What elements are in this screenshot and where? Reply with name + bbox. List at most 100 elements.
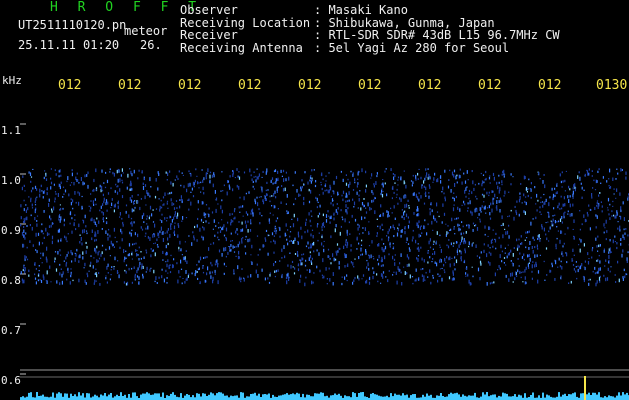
noise-pixel — [157, 245, 159, 248]
noise-pixel — [206, 272, 208, 276]
noise-pixel — [88, 270, 90, 272]
noise-pixel — [296, 189, 298, 193]
noise-pixel — [272, 182, 274, 185]
noise-pixel — [620, 209, 622, 213]
noise-pixel — [192, 231, 194, 234]
noise-pixel — [488, 205, 490, 209]
noise-pixel — [570, 280, 572, 284]
noise-pixel — [377, 280, 379, 283]
baseline-bar — [362, 392, 364, 400]
noise-pixel — [493, 281, 495, 284]
noise-pixel — [393, 258, 396, 261]
noise-pixel — [496, 205, 498, 209]
noise-pixel — [222, 226, 224, 231]
noise-pixel — [548, 215, 550, 218]
noise-pixel — [507, 215, 509, 218]
noise-pixel — [117, 205, 119, 209]
noise-pixel — [361, 253, 363, 256]
noise-pixel — [171, 219, 173, 223]
noise-pixel — [406, 237, 408, 241]
noise-pixel — [566, 261, 568, 264]
noise-pixel — [626, 257, 628, 261]
baseline-bar — [104, 393, 106, 400]
noise-pixel — [91, 229, 93, 233]
noise-pixel — [367, 202, 369, 207]
noise-pixel — [240, 229, 242, 233]
noise-pixel — [382, 229, 384, 231]
noise-pixel — [382, 271, 385, 274]
noise-pixel — [297, 231, 299, 236]
noise-pixel — [190, 191, 192, 193]
noise-pixel — [498, 200, 500, 204]
noise-pixel — [425, 186, 427, 191]
noise-pixel — [59, 282, 61, 286]
noise-pixel — [603, 231, 605, 234]
noise-pixel — [549, 226, 551, 230]
baseline-bar — [410, 395, 412, 400]
noise-pixel — [383, 243, 385, 245]
baseline-bar — [220, 392, 222, 400]
noise-pixel — [413, 192, 415, 196]
noise-pixel — [29, 224, 31, 227]
noise-pixel — [496, 208, 498, 211]
noise-pixel — [561, 266, 563, 270]
noise-pixel — [36, 250, 38, 254]
noise-pixel — [50, 217, 52, 221]
noise-pixel — [223, 184, 225, 187]
noise-pixel — [463, 200, 465, 204]
noise-pixel — [456, 217, 458, 220]
noise-pixel — [133, 209, 135, 212]
noise-pixel — [322, 222, 325, 226]
noise-pixel — [542, 204, 544, 208]
noise-pixel — [431, 220, 433, 225]
noise-pixel — [510, 173, 512, 176]
noise-pixel — [559, 218, 562, 222]
noise-pixel — [460, 259, 462, 262]
baseline-bar — [622, 392, 624, 400]
noise-pixel — [548, 230, 550, 233]
noise-pixel — [254, 198, 256, 202]
noise-pixel — [103, 197, 105, 201]
baseline-bar — [136, 396, 138, 400]
noise-pixel — [353, 206, 355, 208]
noise-pixel — [51, 210, 53, 213]
noise-pixel — [201, 169, 203, 171]
noise-pixel — [625, 228, 627, 230]
noise-pixel — [397, 176, 400, 179]
noise-pixel — [362, 274, 365, 277]
noise-pixel — [454, 218, 456, 220]
noise-pixel — [162, 259, 164, 261]
noise-pixel — [325, 175, 327, 177]
noise-pixel — [487, 261, 490, 264]
noise-pixel — [125, 250, 127, 252]
noise-pixel — [153, 233, 155, 235]
noise-pixel — [260, 196, 262, 198]
noise-pixel — [252, 185, 254, 188]
noise-pixel — [233, 246, 236, 248]
noise-pixel — [503, 169, 505, 174]
noise-pixel — [74, 252, 76, 254]
noise-pixel — [506, 230, 509, 235]
noise-pixel — [240, 280, 242, 283]
baseline-bar — [336, 394, 338, 400]
noise-pixel — [169, 192, 171, 195]
noise-pixel — [185, 270, 187, 274]
noise-pixel — [487, 244, 489, 247]
noise-pixel — [84, 174, 86, 178]
noise-pixel — [153, 269, 155, 274]
baseline-bar — [192, 395, 194, 400]
noise-pixel — [93, 203, 95, 206]
noise-pixel — [142, 265, 144, 269]
info-row-observer: Observer : Masaki Kano — [180, 4, 560, 17]
noise-pixel — [245, 224, 247, 229]
baseline-bar — [488, 396, 490, 400]
frequency-unit-label: kHz — [2, 74, 22, 87]
noise-pixel — [50, 177, 52, 180]
noise-pixel — [214, 269, 216, 273]
noise-pixel — [348, 184, 350, 188]
noise-pixel — [429, 211, 431, 216]
noise-pixel — [30, 176, 33, 178]
noise-pixel — [173, 225, 176, 230]
noise-pixel — [304, 231, 306, 234]
noise-pixel — [98, 250, 100, 253]
